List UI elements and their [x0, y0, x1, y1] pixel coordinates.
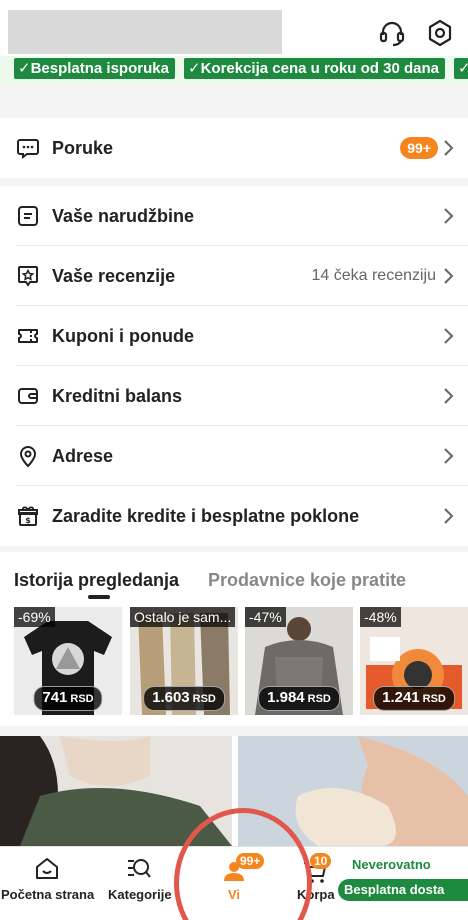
menu-row-addresses[interactable]: Adrese [0, 426, 468, 486]
you-notification-badge: 99+ [236, 853, 265, 869]
settings-icon[interactable] [425, 18, 455, 48]
messages-panel: Poruke 99+ [0, 118, 468, 178]
nav-you-label: Vi [228, 887, 241, 902]
nav-cart-label: Korpa [297, 887, 335, 902]
discount-tag: -48% [360, 607, 401, 627]
tab-browsing-history[interactable]: Istorija pregledanja [14, 570, 179, 591]
chevron-right-icon [442, 387, 454, 405]
stock-tag: Ostalo je sam... [130, 607, 236, 627]
menu-label-orders: Vaše narudžbine [52, 206, 195, 226]
nav-you[interactable]: 99+ Vi [196, 847, 272, 920]
price-pill: 741 RSD [33, 686, 103, 711]
orders-icon [16, 204, 40, 228]
categories-search-icon [128, 859, 151, 878]
menu-label-credit-balance: Kreditni balans [52, 386, 183, 406]
browsing-history-list: -69% 741 RSD Ostalo je sam... 1.603 RSD -4… [0, 604, 468, 726]
chevron-right-icon [442, 139, 454, 157]
nav-cart[interactable]: 10 Korpa [290, 847, 338, 920]
benefit-free-shipping: ✓Besplatna isporuka [14, 58, 175, 79]
headset-icon[interactable] [377, 18, 407, 48]
coupon-icon [16, 324, 40, 348]
menu-row-reviews[interactable]: Vaše recenzije 14 čeka recenziju [0, 246, 468, 306]
history-item[interactable]: -48% 1.241 RSD [360, 607, 468, 715]
nav-categories[interactable]: Kategorije [100, 847, 180, 920]
benefit-more: ✓ [454, 58, 468, 79]
top-bar [0, 0, 468, 56]
product-feed [0, 736, 468, 846]
chat-icon [16, 136, 40, 160]
chevron-right-icon [442, 267, 454, 285]
gift-icon: $ [16, 504, 40, 528]
active-tab-indicator [88, 595, 110, 599]
discount-tag: -47% [245, 607, 286, 627]
menu-label-messages: Poruke [52, 138, 114, 158]
reviews-pending-count: 14 čeka recenziju [311, 267, 436, 284]
discount-tag: -69% [14, 607, 55, 627]
account-menu-panel: Vaše narudžbine Vaše recenzije 14 čeka r… [0, 186, 468, 546]
price-pill: 1.241 RSD [373, 686, 455, 711]
benefits-strip[interactable]: ✓Besplatna isporuka ✓Korekcija cena u ro… [0, 56, 468, 84]
bottom-navigation: Početna strana Kategorije 99+ Vi 10 Korp… [0, 846, 468, 920]
price-pill: 1.984 RSD [258, 686, 340, 711]
chevron-right-icon [442, 207, 454, 225]
menu-label-coupons: Kuponi i ponude [52, 326, 194, 346]
chevron-right-icon [442, 447, 454, 465]
menu-label-reviews: Vaše recenzije [52, 266, 176, 286]
chevron-right-icon [442, 507, 454, 525]
location-pin-icon [16, 444, 40, 468]
menu-row-messages[interactable]: Poruke 99+ [0, 118, 468, 178]
nav-home[interactable]: Početna strana [0, 847, 96, 920]
home-icon [36, 858, 58, 879]
tab-followed-stores[interactable]: Prodavnice koje pratite [208, 570, 406, 591]
menu-label-addresses: Adrese [52, 446, 114, 466]
price-pill: 1.603 RSD [143, 686, 225, 711]
nav-home-label: Početna strana [1, 887, 95, 902]
history-tabs: Istorija pregledanja Prodavnice koje pra… [0, 552, 468, 604]
chevron-right-icon [442, 327, 454, 345]
free-shipping-promo-pill[interactable]: Besplatna dosta [338, 879, 468, 901]
menu-row-orders[interactable]: Vaše narudžbine [0, 186, 468, 246]
benefit-price-adjustment: ✓Korekcija cena u roku od 30 dana [184, 58, 445, 79]
history-item[interactable]: Ostalo je sam... 1.603 RSD [130, 607, 238, 715]
messages-count-badge: 99+ [400, 137, 438, 159]
svg-text:$: $ [25, 516, 31, 525]
wallet-icon [16, 384, 40, 408]
cart-count-badge: 10 [310, 853, 332, 869]
menu-row-earn-credits[interactable]: $ Zaradite kredite i besplatne poklone [0, 486, 468, 546]
menu-row-coupons[interactable]: Kuponi i ponude [0, 306, 468, 366]
user-name-redacted [8, 10, 282, 54]
history-item[interactable]: -47% 1.984 RSD [245, 607, 353, 715]
feed-product-image[interactable] [0, 736, 232, 846]
promo-headline[interactable]: Neverovatno [352, 857, 431, 872]
nav-categories-label: Kategorije [108, 887, 172, 902]
feed-product-image[interactable] [238, 736, 468, 846]
menu-row-credit-balance[interactable]: Kreditni balans [0, 366, 468, 426]
review-icon [16, 264, 40, 288]
history-item[interactable]: -69% 741 RSD [14, 607, 122, 715]
menu-label-earn-credits: Zaradite kredite i besplatne poklone [52, 506, 360, 526]
